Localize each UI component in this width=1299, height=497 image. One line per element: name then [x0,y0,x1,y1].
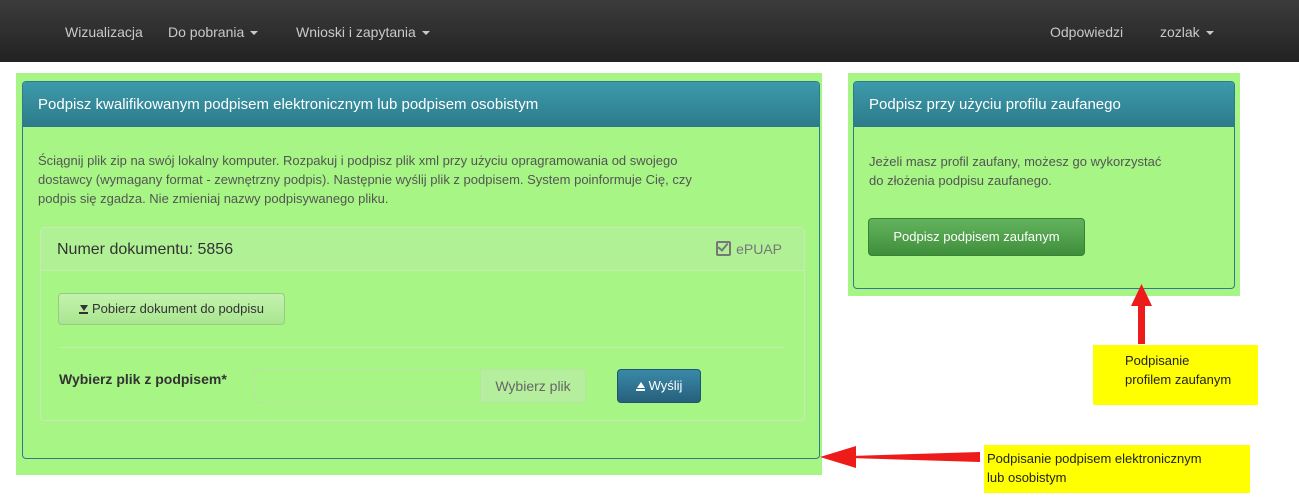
description-line: do złożenia podpisu zaufanego. [869,173,1052,188]
qualified-signature-panel: Podpisz kwalifikowanym podpisem elektron… [22,81,820,459]
download-icon [78,305,88,314]
arrow-shaft [850,452,980,462]
description-line: Ściągnij plik zip na swój lokalny komput… [38,153,678,168]
choose-file-button[interactable]: Wybierz plik [480,369,586,403]
description-line: podpis się zgadza. Nie zmieniaj nazwy po… [38,191,389,206]
annotation-line: profilem zaufanym [1125,372,1232,387]
checkbox-checked-icon [716,241,732,256]
document-number: Numer dokumentu: 5856 [57,241,234,258]
qualified-annotation: Podpisanie podpisem elektronicznym lub o… [984,445,1250,493]
description-line: dostawcy (wymagany format - zewnętrzny p… [38,172,692,187]
upload-icon [635,382,645,391]
divider [59,347,785,348]
annotation-line: lub osobistym [987,470,1067,485]
caret-down-icon [421,31,430,36]
download-document-button[interactable]: Pobierz dokument do podpisu [58,293,285,325]
file-label: Wybierz plik z podpisem* [59,371,227,387]
nav-user-label: zozlak [1160,24,1200,40]
annotation-line: Podpisanie podpisem elektronicznym [987,451,1202,466]
send-button[interactable]: Wyślij [617,369,701,403]
arrow-shaft [1138,300,1145,344]
send-label: Wyślij [648,378,683,393]
document-panel-heading: Numer dokumentu: 5856 ePUAP [41,228,804,271]
arrow-left-icon [820,446,856,468]
trusted-annotation: Podpisanie profilem zaufanym [1093,345,1258,405]
caret-down-icon [250,31,259,36]
nav-do-pobrania[interactable]: Do pobrania [168,24,259,40]
signed-file-input[interactable] [254,369,480,403]
nav-wnioski-label: Wnioski i zapytania [296,24,416,40]
nav-user-menu[interactable]: zozlak [1160,24,1214,40]
top-navbar: Wizualizacja Do pobrania Wnioski i zapyt… [0,0,1299,62]
nav-do-pobrania-label: Do pobrania [168,24,245,40]
arrow-up-icon [1131,284,1152,306]
epuap-status: ePUAP [716,241,782,257]
annotation-line: Podpisanie [1125,353,1190,368]
trusted-panel-description: Jeżeli masz profil zaufany, możesz go wy… [869,152,1161,190]
document-panel: Numer dokumentu: 5856 ePUAP Pobierz doku… [40,227,805,421]
caret-down-icon [1205,31,1214,36]
qualified-panel-description: Ściągnij plik zip na swój lokalny komput… [38,151,692,208]
nav-wizualizacja[interactable]: Wizualizacja [65,24,143,40]
download-label: Pobierz dokument do podpisu [91,301,264,316]
trusted-panel-heading: Podpisz przy użyciu profilu zaufanego [854,82,1234,127]
nav-wnioski-i-zapytania[interactable]: Wnioski i zapytania [296,24,430,40]
nav-odpowiedzi[interactable]: Odpowiedzi [1050,24,1123,40]
description-line: Jeżeli masz profil zaufany, możesz go wy… [869,154,1162,169]
trusted-profile-panel: Podpisz przy użyciu profilu zaufanego Je… [853,81,1235,289]
qualified-panel-heading: Podpisz kwalifikowanym podpisem elektron… [23,82,819,127]
epuap-label: ePUAP [736,241,782,257]
sign-trusted-profile-button[interactable]: Podpisz podpisem zaufanym [868,218,1085,256]
